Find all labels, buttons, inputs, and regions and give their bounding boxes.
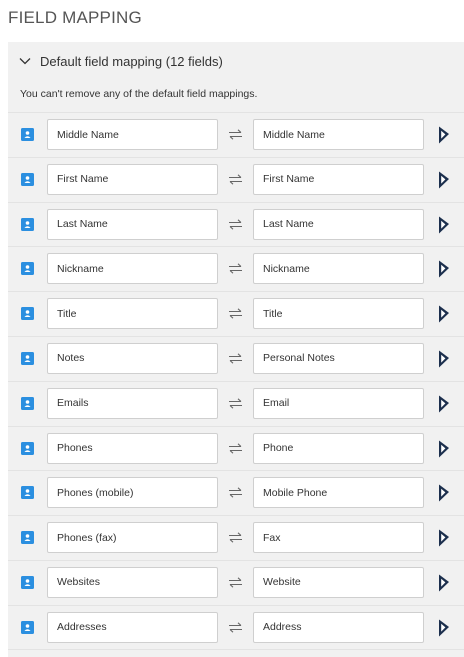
dynamics-logo-icon — [439, 395, 449, 413]
section-toggle[interactable]: Default field mapping (12 fields) — [18, 50, 223, 72]
contact-card-icon — [21, 396, 34, 410]
dynamics-logo-icon — [439, 216, 449, 234]
source-field[interactable]: Websites — [47, 566, 218, 598]
default-mapping-panel: Default field mapping (12 fields) You ca… — [8, 42, 464, 657]
source-field[interactable]: Addresses — [47, 611, 218, 643]
dynamics-logo-icon — [439, 619, 449, 637]
target-field[interactable]: Mobile Phone — [253, 477, 424, 509]
mapping-row: Phones (mobile) Mobile Phone — [8, 470, 464, 515]
contact-card-icon — [21, 217, 34, 231]
source-field[interactable]: Phones (mobile) — [47, 477, 218, 509]
dynamics-logo-icon — [439, 350, 449, 368]
bidirectional-arrows-icon — [229, 218, 242, 230]
mapping-row: Websites Website — [8, 559, 464, 605]
dynamics-logo-icon — [439, 126, 449, 144]
mapping-row: Title Title — [8, 291, 464, 336]
dynamics-logo-icon — [439, 260, 449, 278]
source-field[interactable]: Nickname — [47, 253, 218, 285]
contact-card-icon — [21, 307, 34, 321]
source-field[interactable]: Last Name — [47, 208, 218, 240]
contact-card-icon — [21, 128, 34, 141]
mapping-list: Middle Name Middle Name First Name First… — [8, 112, 464, 650]
bidirectional-arrows-icon — [229, 129, 242, 140]
dynamics-logo-icon — [439, 484, 449, 502]
dynamics-logo-icon — [439, 305, 449, 323]
bidirectional-arrows-icon — [229, 308, 242, 319]
bidirectional-arrows-icon — [229, 487, 242, 498]
mapping-row: Last Name Last Name — [8, 201, 464, 247]
bidirectional-arrows-icon — [229, 577, 242, 588]
source-field[interactable]: Phones — [47, 432, 218, 464]
mapping-row: Notes Personal Notes — [8, 335, 464, 381]
mapping-row: Middle Name Middle Name — [8, 112, 464, 157]
source-field[interactable]: First Name — [47, 163, 218, 195]
source-field[interactable]: Middle Name — [47, 119, 218, 150]
mapping-row: Nickname Nickname — [8, 246, 464, 291]
section-title: Default field mapping (12 fields) — [40, 53, 223, 69]
section-notice: You can't remove any of the default fiel… — [20, 88, 258, 100]
contact-card-icon — [21, 531, 34, 545]
contact-card-icon — [21, 441, 34, 455]
target-field[interactable]: Website — [253, 566, 424, 598]
target-field[interactable]: Middle Name — [253, 119, 424, 150]
dynamics-logo-icon — [439, 529, 449, 547]
contact-card-icon — [21, 486, 34, 500]
contact-card-icon — [21, 351, 34, 365]
bidirectional-arrows-icon — [229, 398, 242, 409]
mapping-row: Addresses Address — [8, 604, 464, 650]
source-field[interactable]: Title — [47, 298, 218, 330]
bidirectional-arrows-icon — [229, 353, 242, 364]
mapping-row: Phones Phone — [8, 425, 464, 471]
target-field[interactable]: Email — [253, 387, 424, 419]
target-field[interactable]: Personal Notes — [253, 342, 424, 374]
source-field[interactable]: Emails — [47, 387, 218, 419]
target-field[interactable]: Nickname — [253, 253, 424, 285]
page-title: FIELD MAPPING — [8, 8, 142, 27]
bidirectional-arrows-icon — [229, 263, 242, 274]
bidirectional-arrows-icon — [229, 174, 242, 185]
target-field[interactable]: Fax — [253, 522, 424, 554]
target-field[interactable]: Address — [253, 611, 424, 643]
mapping-row: Emails Email — [8, 380, 464, 426]
contact-card-icon — [21, 262, 34, 276]
contact-card-icon — [21, 620, 34, 634]
dynamics-logo-icon — [439, 440, 449, 458]
source-field[interactable]: Notes — [47, 342, 218, 374]
bidirectional-arrows-icon — [229, 622, 242, 633]
source-field[interactable]: Phones (fax) — [47, 522, 218, 554]
bidirectional-arrows-icon — [229, 442, 242, 454]
mapping-row: Phones (fax) Fax — [8, 515, 464, 560]
dynamics-logo-icon — [439, 171, 449, 189]
mapping-row: First Name First Name — [8, 156, 464, 202]
bidirectional-arrows-icon — [229, 532, 242, 543]
target-field[interactable]: Phone — [253, 432, 424, 464]
contact-card-icon — [21, 575, 34, 589]
chevron-down-icon — [19, 58, 31, 65]
contact-card-icon — [21, 172, 34, 186]
target-field[interactable]: First Name — [253, 163, 424, 195]
target-field[interactable]: Title — [253, 298, 424, 330]
dynamics-logo-icon — [439, 574, 449, 592]
target-field[interactable]: Last Name — [253, 208, 424, 240]
